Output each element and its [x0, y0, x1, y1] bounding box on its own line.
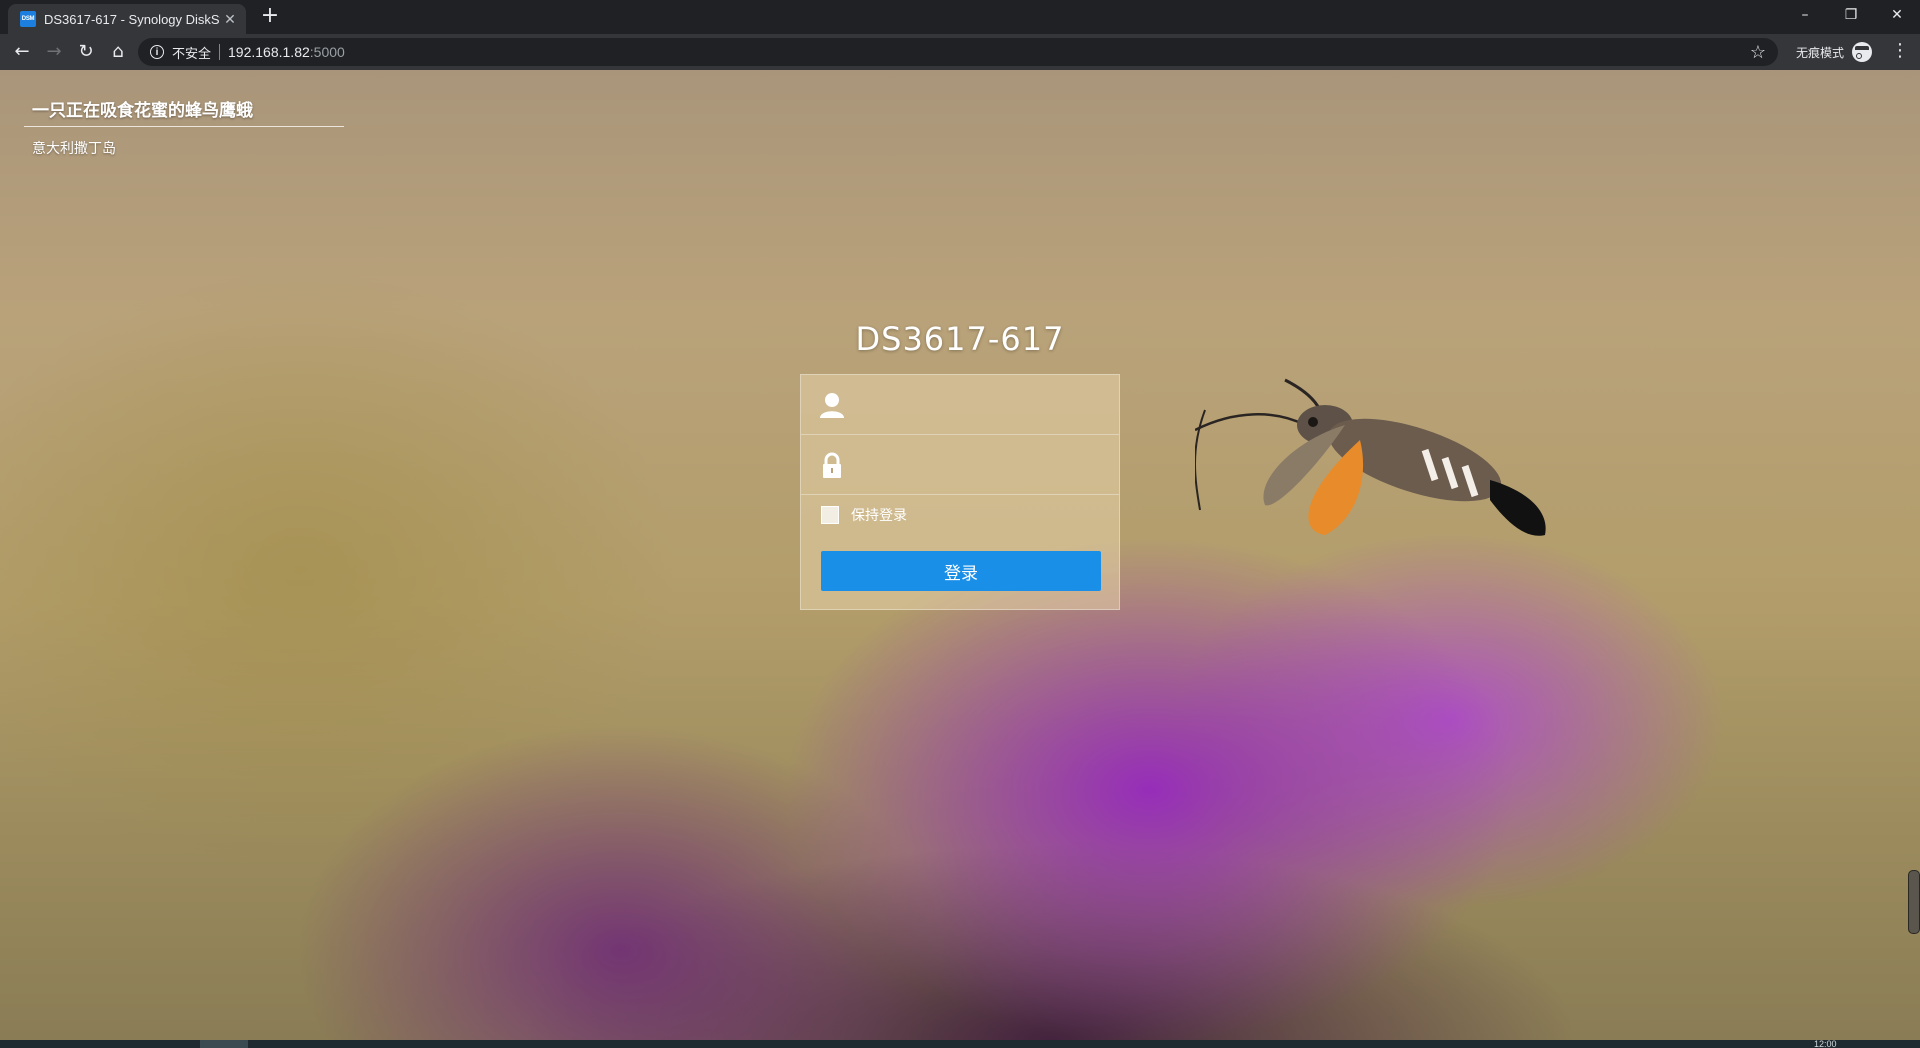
security-status[interactable]: 不安全: [172, 43, 211, 62]
new-tab-button[interactable]: +: [258, 5, 282, 29]
caption-divider: [24, 126, 344, 127]
browser-tab[interactable]: DSM DS3617-617 - Synology DiskSt ✕: [8, 4, 246, 34]
incognito-icon: [1852, 42, 1873, 62]
username-row: [801, 375, 1119, 435]
reload-button[interactable]: ↻: [74, 40, 98, 64]
url-port[interactable]: :5000: [310, 44, 345, 60]
address-bar[interactable]: i 不安全 192.168.1.82:5000 ☆: [138, 38, 1778, 66]
tab-close-icon[interactable]: ✕: [220, 11, 240, 28]
browser-menu-icon[interactable]: ⋮: [1890, 40, 1910, 61]
background-scroll-handle[interactable]: [1908, 870, 1920, 934]
lock-icon: [823, 452, 841, 478]
remember-me-checkbox[interactable]: [821, 506, 839, 524]
address-separator: [219, 44, 221, 60]
moth-illustration: [1195, 378, 1546, 536]
photo-caption-location: 意大利撒丁岛: [32, 141, 116, 157]
restore-button[interactable]: ❐: [1828, 0, 1874, 30]
url-host[interactable]: 192.168.1.82: [228, 44, 310, 60]
password-input[interactable]: [857, 449, 1111, 483]
home-button[interactable]: ⌂: [106, 40, 130, 64]
minimize-button[interactable]: –: [1782, 0, 1828, 30]
browser-toolbar: ← → ↻ ⌂ i 不安全 192.168.1.82:5000 ☆ 无痕模式 ⋮: [0, 34, 1920, 70]
username-input[interactable]: [857, 389, 1111, 423]
incognito-indicator[interactable]: 无痕模式: [1796, 42, 1873, 62]
user-icon: [820, 393, 844, 418]
photo-caption-title: 一只正在吸食花蜜的蜂鸟鹰蛾: [32, 101, 253, 121]
taskbar: [0, 1040, 1920, 1048]
nas-hostname: DS3617-617: [855, 320, 1065, 358]
taskbar-item[interactable]: [200, 1040, 248, 1048]
taskbar-clock[interactable]: 12:00: [1814, 1040, 1837, 1048]
login-page-background: 一只正在吸食花蜜的蜂鸟鹰蛾 意大利撒丁岛 DS3617-617 保持登录 登录: [0, 70, 1920, 1040]
login-form: 保持登录 登录: [800, 374, 1120, 610]
tab-strip: DSM DS3617-617 - Synology DiskSt ✕ + – ❐…: [0, 0, 1920, 34]
back-button[interactable]: ←: [10, 40, 34, 64]
incognito-label: 无痕模式: [1796, 45, 1845, 60]
remember-me-label[interactable]: 保持登录: [851, 505, 907, 525]
info-icon[interactable]: i: [150, 45, 164, 59]
dsm-favicon-icon: DSM: [20, 11, 36, 27]
login-button[interactable]: 登录: [821, 551, 1101, 591]
password-row: [801, 435, 1119, 495]
tab-title: DS3617-617 - Synology DiskSt: [44, 11, 220, 27]
bookmark-star-icon[interactable]: ☆: [1750, 42, 1766, 63]
close-window-button[interactable]: ✕: [1874, 0, 1920, 30]
remember-me[interactable]: 保持登录: [821, 505, 907, 525]
forward-button[interactable]: →: [42, 40, 66, 64]
